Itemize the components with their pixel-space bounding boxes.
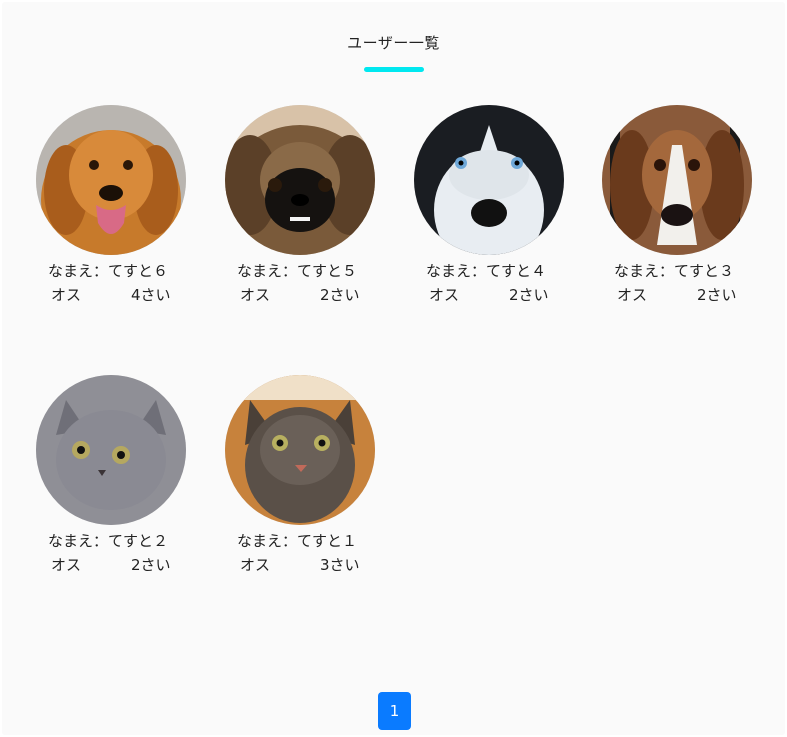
user-sex: オス bbox=[240, 556, 271, 574]
user-sex: オス bbox=[240, 286, 271, 304]
user-name: なまえ：てすと５ bbox=[237, 262, 358, 280]
user-name: なまえ：てすと３ bbox=[614, 262, 735, 280]
avatar[interactable] bbox=[225, 375, 375, 525]
user-name: なまえ：てすと２ bbox=[48, 532, 169, 550]
user-sex: オス bbox=[51, 556, 82, 574]
user-age: 2さい bbox=[509, 286, 549, 304]
user-age: 2さい bbox=[697, 286, 737, 304]
avatar[interactable] bbox=[602, 105, 752, 255]
pagination-page-button[interactable]: 1 bbox=[378, 692, 411, 730]
user-name: なまえ：てすと４ bbox=[426, 262, 547, 280]
user-card[interactable]: なまえ：てすと１ オス 3さい bbox=[225, 375, 375, 577]
user-age: 3さい bbox=[320, 556, 360, 574]
user-card[interactable]: なまえ：てすと３ オス 2さい bbox=[602, 105, 752, 307]
title-underline bbox=[364, 67, 424, 72]
avatar[interactable] bbox=[36, 375, 186, 525]
avatar[interactable] bbox=[225, 105, 375, 255]
user-card[interactable]: なまえ：てすと２ オス 2さい bbox=[36, 375, 186, 577]
user-name: なまえ：てすと１ bbox=[237, 532, 358, 550]
avatar[interactable] bbox=[414, 105, 564, 255]
user-age: 2さい bbox=[320, 286, 360, 304]
user-list-page: ユーザー一覧 なまえ：てすと６ オス 4さい なまえ：てすと５ オス 2さい な… bbox=[2, 2, 785, 735]
user-card[interactable]: なまえ：てすと４ オス 2さい bbox=[414, 105, 564, 307]
user-age: 2さい bbox=[131, 556, 171, 574]
page-title: ユーザー一覧 bbox=[347, 34, 440, 52]
user-card[interactable]: なまえ：てすと６ オス 4さい bbox=[36, 105, 186, 307]
user-sex: オス bbox=[617, 286, 648, 304]
user-sex: オス bbox=[429, 286, 460, 304]
user-card[interactable]: なまえ：てすと５ オス 2さい bbox=[225, 105, 375, 307]
user-sex: オス bbox=[51, 286, 82, 304]
user-age: 4さい bbox=[131, 286, 171, 304]
user-name: なまえ：てすと６ bbox=[48, 262, 169, 280]
avatar[interactable] bbox=[36, 105, 186, 255]
